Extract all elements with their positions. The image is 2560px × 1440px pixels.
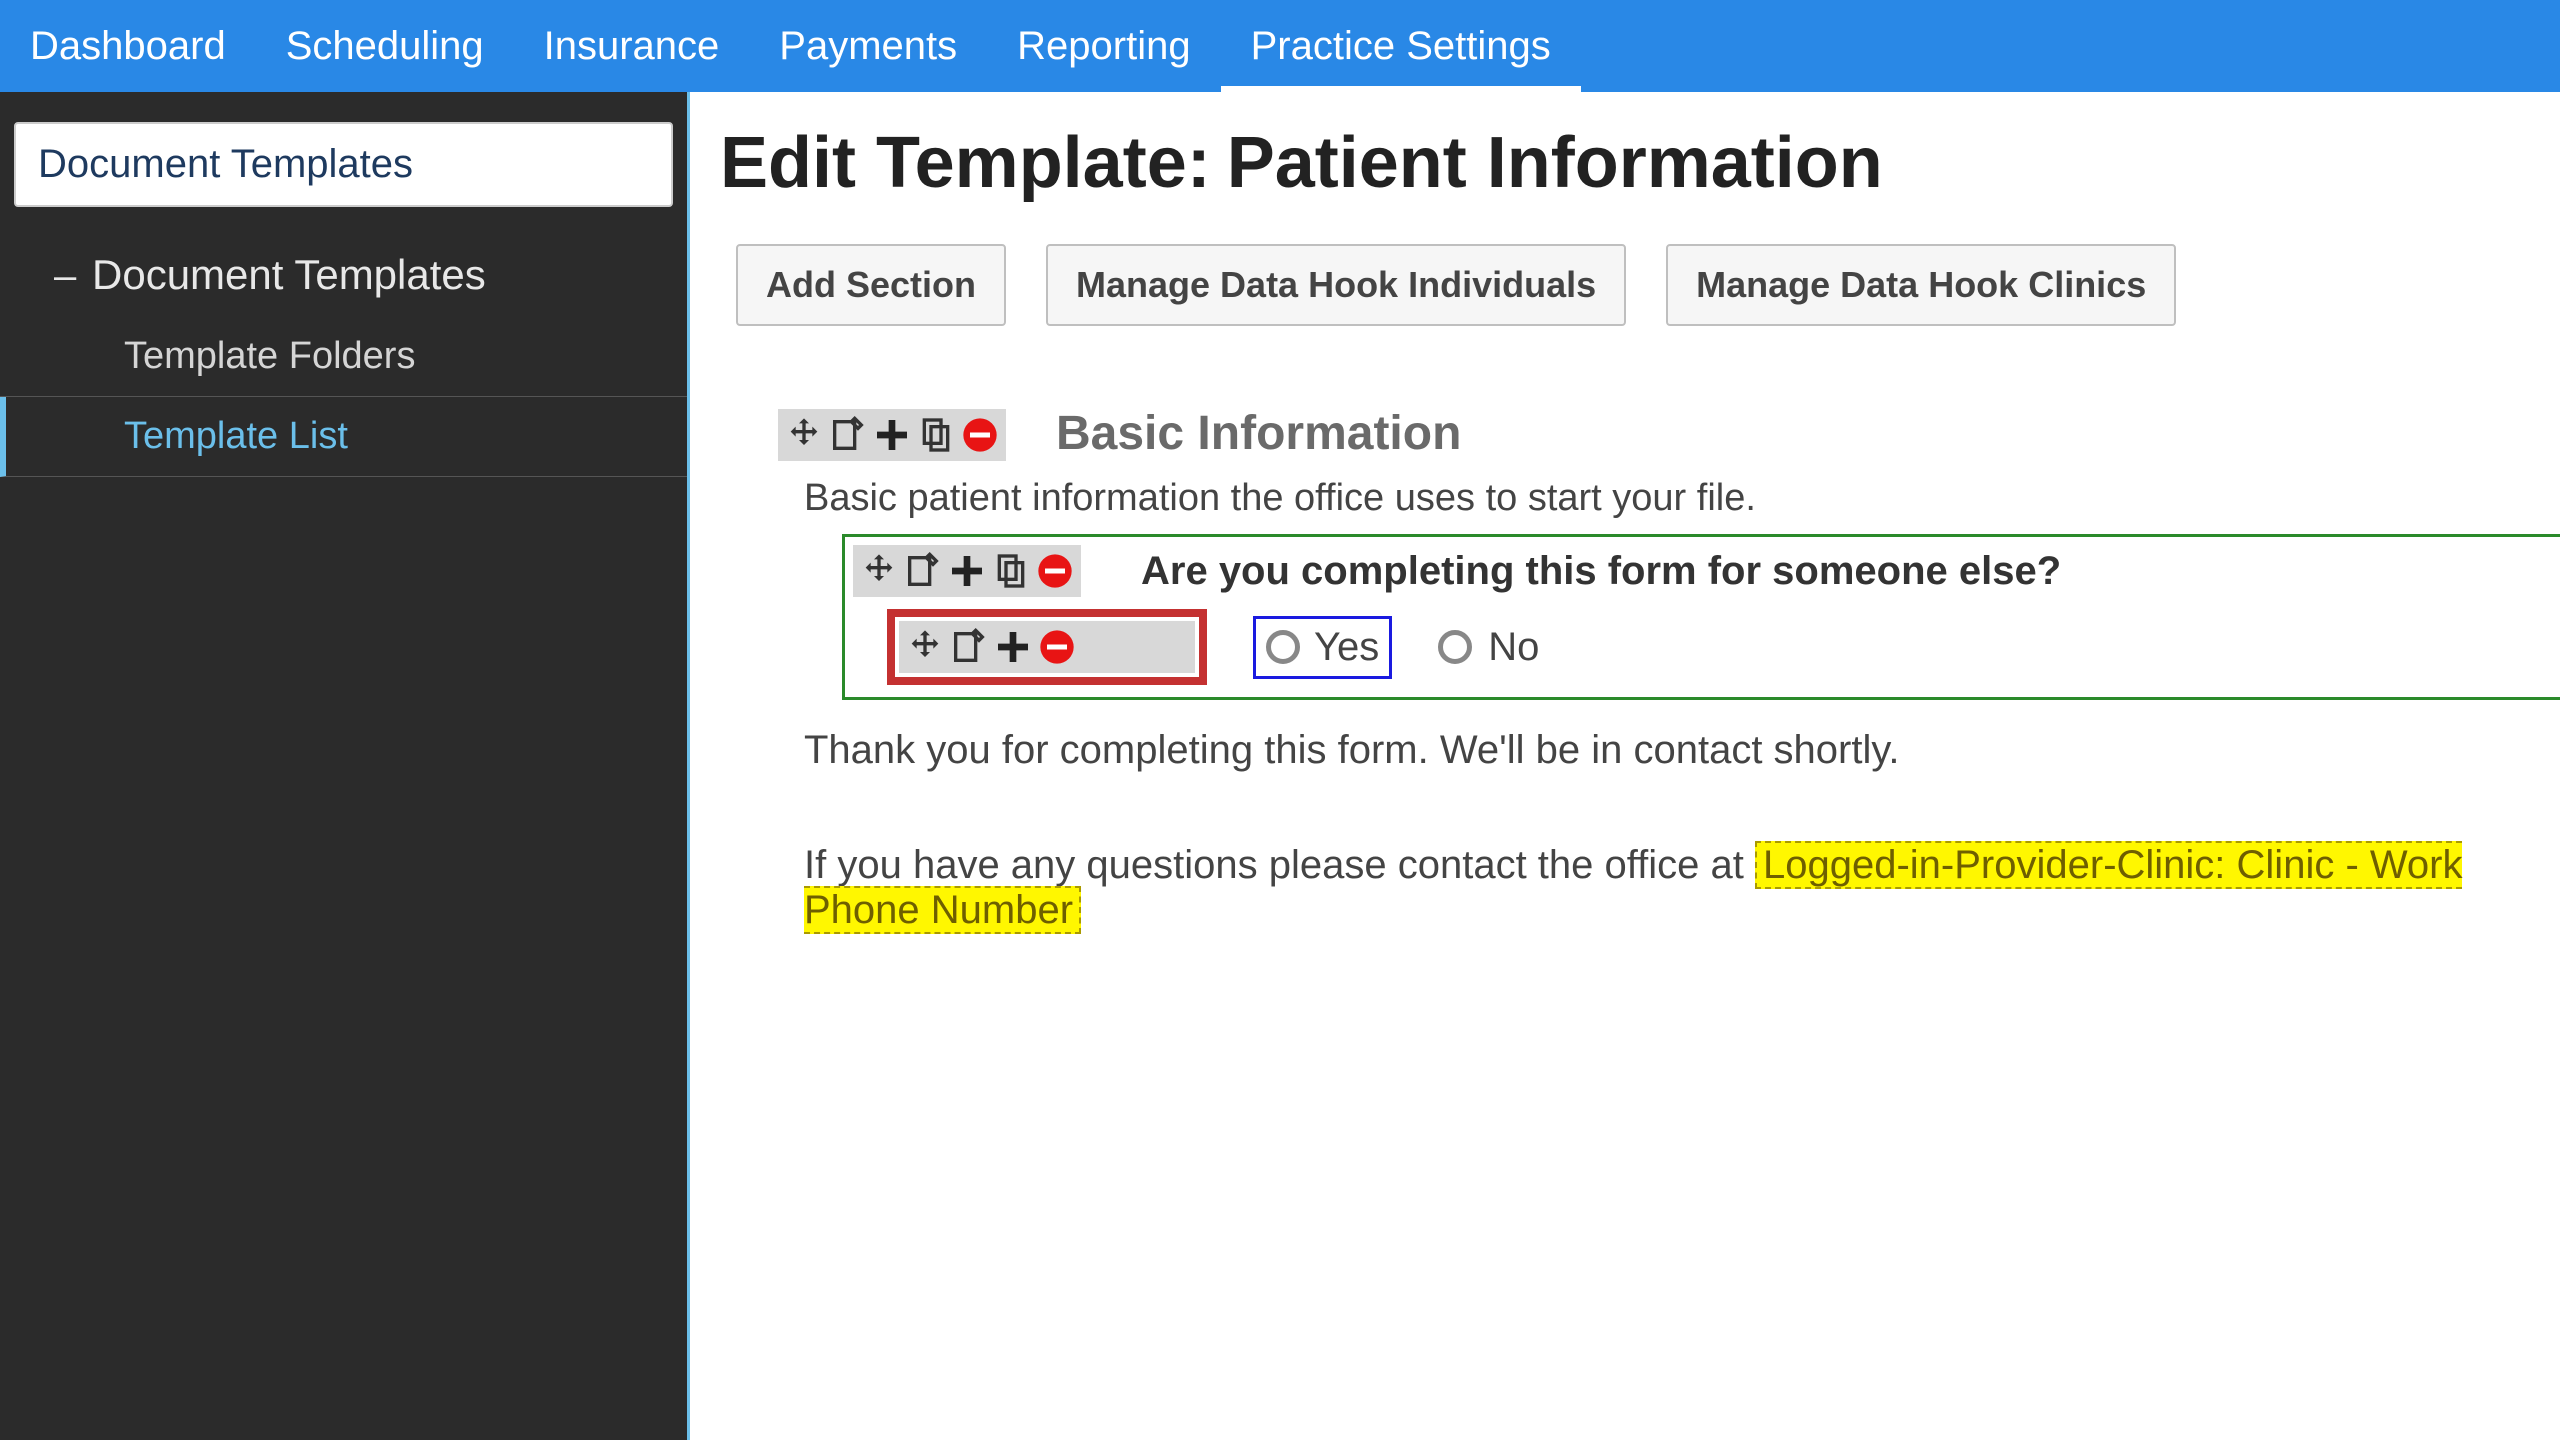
page-title-name: Patient Information [1227, 122, 1883, 204]
manage-data-hook-individuals-button[interactable]: Manage Data Hook Individuals [1046, 244, 1626, 326]
delete-icon[interactable] [1033, 549, 1077, 593]
section-title: Basic Information [1056, 406, 1461, 461]
main-content: Edit Template: Patient Information Add S… [690, 92, 2560, 1440]
radio-icon [1266, 630, 1300, 664]
nav-insurance[interactable]: Insurance [514, 0, 750, 92]
option-no-label: No [1488, 625, 1539, 670]
section-description: Basic patient information the office use… [804, 477, 2560, 520]
edit-icon[interactable] [901, 549, 945, 593]
edit-icon[interactable] [826, 413, 870, 457]
edit-icon[interactable] [947, 625, 991, 669]
option-toolbar [899, 621, 1195, 673]
question-container: Are you completing this form for someone… [842, 534, 2560, 700]
copy-icon[interactable] [989, 549, 1033, 593]
option-yes[interactable]: Yes [1253, 616, 1392, 679]
action-bar: Add Section Manage Data Hook Individuals… [736, 244, 2560, 326]
move-icon[interactable] [782, 413, 826, 457]
section-toolbar [778, 409, 1006, 461]
option-yes-label: Yes [1314, 625, 1379, 670]
nav-payments[interactable]: Payments [749, 0, 987, 92]
collapse-icon: – [54, 254, 82, 299]
question-toolbar [853, 545, 1081, 597]
sidebar: Document Templates –Document Templates T… [0, 92, 690, 1440]
add-icon[interactable] [870, 413, 914, 457]
move-icon[interactable] [903, 625, 947, 669]
nav-scheduling[interactable]: Scheduling [256, 0, 514, 92]
add-icon[interactable] [945, 549, 989, 593]
nav-practice-settings[interactable]: Practice Settings [1221, 0, 1581, 92]
sidebar-group-document-templates[interactable]: –Document Templates [0, 233, 687, 317]
copy-icon[interactable] [914, 413, 958, 457]
nav-reporting[interactable]: Reporting [987, 0, 1220, 92]
footer-contact: If you have any questions please contact… [804, 843, 2560, 933]
manage-data-hook-clinics-button[interactable]: Manage Data Hook Clinics [1666, 244, 2176, 326]
sidebar-item-template-list[interactable]: Template List [0, 397, 687, 477]
radio-icon [1438, 630, 1472, 664]
sidebar-group-label: Document Templates [92, 251, 486, 298]
page-title-prefix: Edit Template: [720, 122, 1211, 204]
option-no[interactable]: No [1438, 625, 1539, 670]
delete-icon[interactable] [1035, 625, 1079, 669]
move-icon[interactable] [857, 549, 901, 593]
footer-thanks: Thank you for completing this form. We'l… [804, 728, 2560, 773]
question-text: Are you completing this form for someone… [1141, 549, 2061, 594]
add-icon[interactable] [991, 625, 1035, 669]
sidebar-header[interactable]: Document Templates [14, 122, 673, 207]
delete-icon[interactable] [958, 413, 1002, 457]
sidebar-item-template-folders[interactable]: Template Folders [0, 317, 687, 397]
add-section-button[interactable]: Add Section [736, 244, 1006, 326]
top-nav: Dashboard Scheduling Insurance Payments … [0, 0, 2560, 92]
option-selected-highlight [887, 609, 1207, 685]
nav-dashboard[interactable]: Dashboard [0, 0, 256, 92]
footer-contact-prefix: If you have any questions please contact… [804, 843, 1755, 887]
